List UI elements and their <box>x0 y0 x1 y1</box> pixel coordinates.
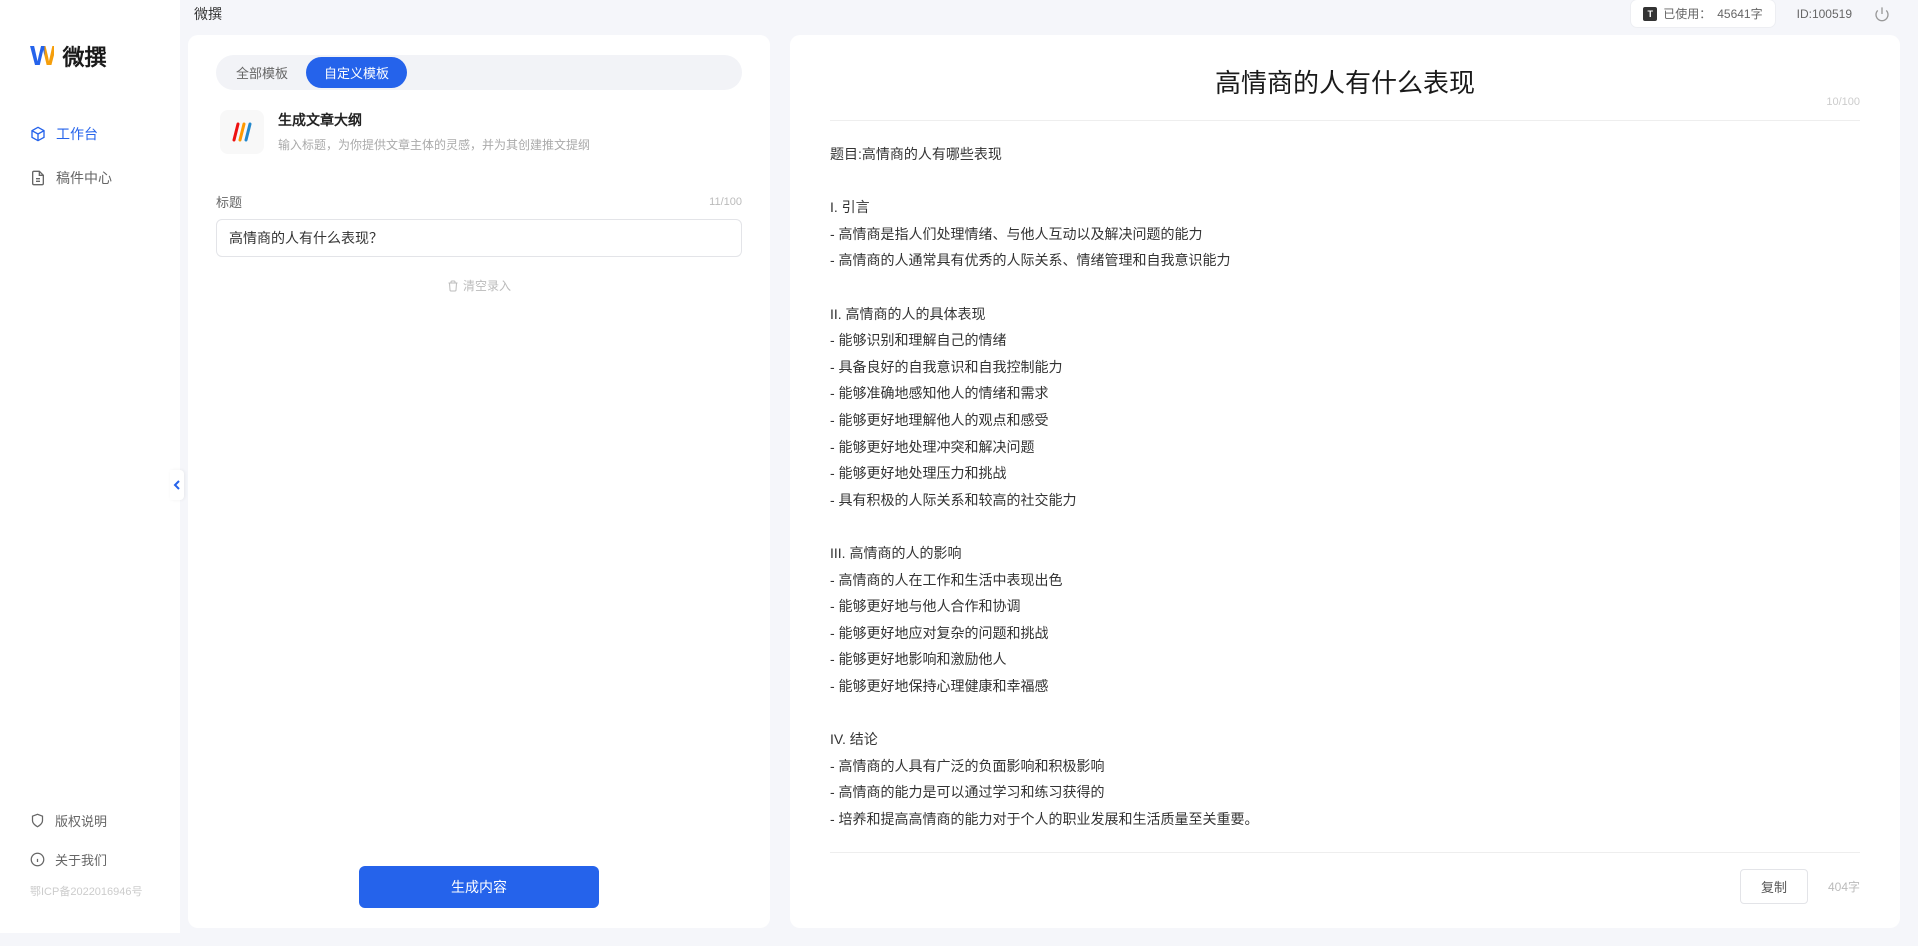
footer-copyright[interactable]: 版权说明 <box>0 801 180 840</box>
template-tabs: 全部模板 自定义模板 <box>216 55 742 90</box>
template-icon <box>220 110 264 154</box>
footer-label: 版权说明 <box>55 811 107 830</box>
footer-about[interactable]: 关于我们 <box>0 840 180 879</box>
output-word-count: 404字 <box>1828 878 1860 895</box>
topbar: 微撰 T 已使用： 45641字 ID:100519 <box>180 0 1918 27</box>
nav-label: 稿件中心 <box>56 168 112 188</box>
logo-mark: W <box>30 40 54 72</box>
template-title: 生成文章大纲 <box>278 110 590 130</box>
output-body: 题目:高情商的人有哪些表现 I. 引言 - 高情商是指人们处理情绪、与他人互动以… <box>830 121 1860 852</box>
nav-item-drafts[interactable]: 稿件中心 <box>0 156 180 200</box>
clear-input-button[interactable]: 清空录入 <box>216 277 742 294</box>
sidebar-footer: 版权说明 关于我们 鄂ICP备2022016946号 <box>0 801 180 913</box>
power-icon[interactable] <box>1874 6 1890 22</box>
nav-label: 工作台 <box>56 124 98 144</box>
text-icon: T <box>1643 7 1657 21</box>
chevron-left-icon <box>173 480 181 490</box>
output-panel: 高情商的人有什么表现 10/100 题目:高情商的人有哪些表现 I. 引言 - … <box>790 35 1900 928</box>
page-title: 微撰 <box>194 4 222 24</box>
sidebar-collapse-toggle[interactable] <box>170 470 184 500</box>
tab-custom-templates[interactable]: 自定义模板 <box>306 57 407 88</box>
shield-icon <box>30 813 45 828</box>
footer-label: 关于我们 <box>55 850 107 869</box>
title-input[interactable] <box>216 219 742 257</box>
generate-button[interactable]: 生成内容 <box>359 866 599 908</box>
tab-all-templates[interactable]: 全部模板 <box>218 57 306 88</box>
usage-value: 45641字 <box>1717 5 1762 22</box>
usage-prefix: 已使用： <box>1663 5 1711 22</box>
title-char-count: 11/100 <box>709 196 742 208</box>
input-panel: 全部模板 自定义模板 生成文章大纲 输入标题，为你提供文章主体的灵感，并为其创建… <box>188 35 770 928</box>
usage-badge[interactable]: T 已使用： 45641字 <box>1631 0 1774 27</box>
trash-icon <box>447 280 459 292</box>
title-label: 标题 <box>216 192 242 211</box>
sidebar-nav: 工作台 稿件中心 <box>0 112 180 801</box>
icp-text: 鄂ICP备2022016946号 <box>0 879 180 903</box>
template-card: 生成文章大纲 输入标题，为你提供文章主体的灵感，并为其创建推文提纲 <box>216 90 742 172</box>
template-description: 输入标题，为你提供文章主体的灵感，并为其创建推文提纲 <box>278 136 590 153</box>
copy-button[interactable]: 复制 <box>1740 869 1808 904</box>
user-id: ID:100519 <box>1797 7 1852 21</box>
nav-item-workspace[interactable]: 工作台 <box>0 112 180 156</box>
cube-icon <box>30 126 46 142</box>
output-title: 高情商的人有什么表现 <box>830 63 1860 100</box>
output-title-count: 10/100 <box>1826 96 1860 108</box>
sidebar: W 微撰 工作台 稿件中心 版权说明 <box>0 0 180 933</box>
logo[interactable]: W 微撰 <box>0 20 180 112</box>
document-icon <box>30 170 46 186</box>
logo-text: 微撰 <box>62 40 106 72</box>
info-icon <box>30 852 45 867</box>
